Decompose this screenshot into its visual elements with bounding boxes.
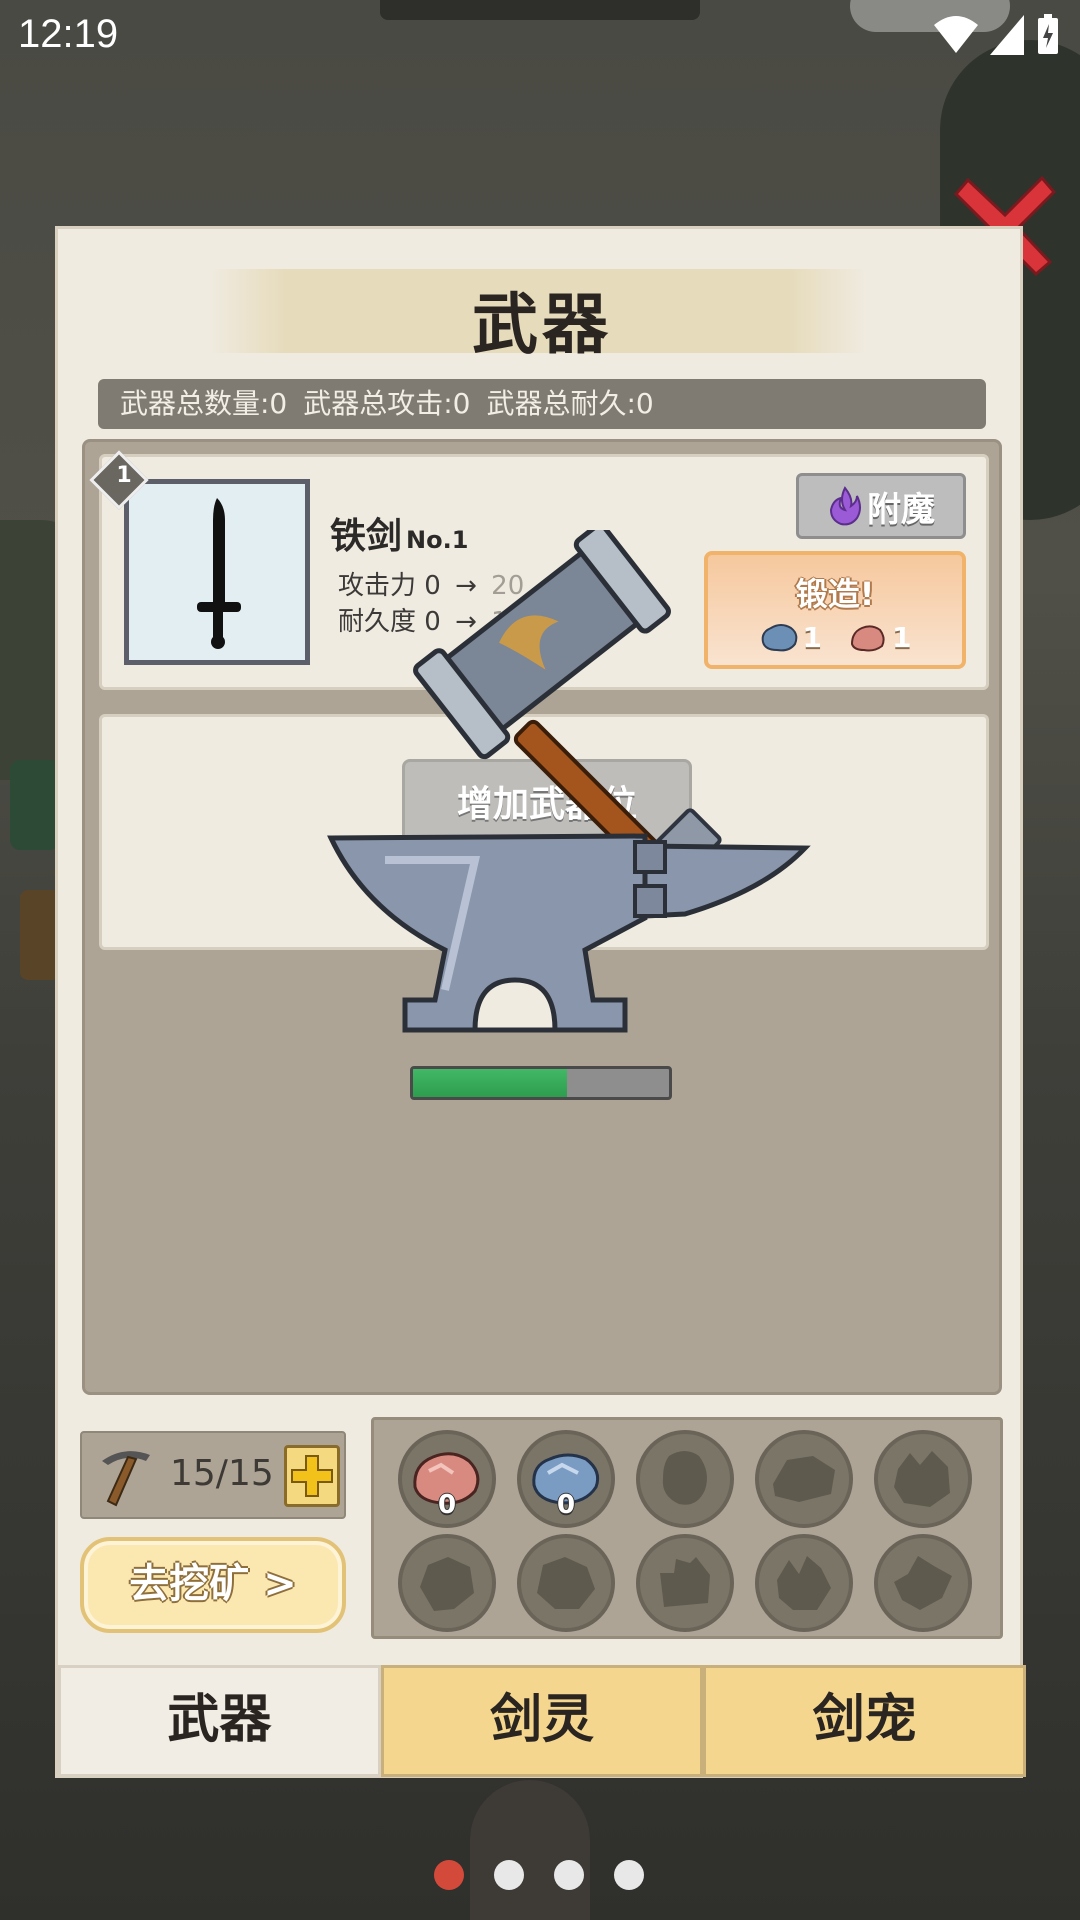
signal-icon: [990, 15, 1024, 55]
page-dot[interactable]: [554, 1860, 584, 1890]
ore-inventory: 0 0: [371, 1417, 1003, 1639]
locked-ore-icon: [420, 1557, 474, 1611]
background-side-button: [10, 760, 60, 850]
slot-number: 1: [116, 463, 132, 488]
ore-slot-locked[interactable]: [636, 1430, 734, 1528]
hammer-icon: [413, 530, 722, 881]
ore-count: 0: [556, 1490, 576, 1520]
locked-ore-icon: [660, 1557, 710, 1607]
page-dot[interactable]: [614, 1860, 644, 1890]
stat-total-durability: 武器总耐久:0: [486, 387, 654, 420]
ore-slot-locked[interactable]: [636, 1534, 734, 1632]
forge-progress-bar: [410, 1066, 672, 1100]
panel-title: 武器: [472, 286, 612, 363]
tab-weapon[interactable]: 武器: [58, 1665, 381, 1777]
status-bar: 12:19: [0, 0, 1080, 72]
tab-sword-spirit[interactable]: 剑灵: [380, 1665, 704, 1777]
go-mining-button[interactable]: 去挖矿 >: [80, 1537, 346, 1633]
background-character: [470, 1780, 590, 1920]
locked-ore-icon: [894, 1556, 952, 1610]
ore-slot-locked[interactable]: [398, 1534, 496, 1632]
flame-icon: [829, 486, 861, 526]
forge-cost-red-count: 1: [892, 621, 912, 654]
pickaxe-icon: [102, 1451, 150, 1507]
ore-slot-locked[interactable]: [755, 1534, 853, 1632]
locked-ore-icon: [773, 1456, 835, 1502]
status-time: 12:19: [18, 12, 119, 56]
wifi-icon: [934, 16, 978, 53]
red-ore-icon: [850, 624, 885, 651]
stat-total-attack: 武器总攻击:0: [303, 387, 471, 420]
locked-ore-icon: [537, 1557, 595, 1609]
ore-count: 0: [437, 1490, 457, 1520]
ore-slot-locked[interactable]: [517, 1534, 615, 1632]
anvil-icon: [327, 833, 811, 1033]
status-icons: [934, 14, 1060, 56]
locked-ore-icon: [662, 1451, 707, 1505]
forge-progress-fill: [413, 1069, 567, 1097]
anvil-hammer-illustration: [327, 530, 811, 1033]
locked-ore-icon: [777, 1556, 831, 1610]
enchant-label: 附魔: [867, 489, 935, 530]
pickaxe-count: 15/15: [170, 1453, 274, 1494]
weapon-image-frame: [124, 479, 310, 665]
add-pickaxe-button[interactable]: [284, 1445, 340, 1507]
page-dot[interactable]: [434, 1860, 464, 1890]
ore-slot-locked[interactable]: [874, 1430, 972, 1528]
sword-icon: [197, 498, 241, 649]
page-dot[interactable]: [494, 1860, 524, 1890]
page-indicator: [434, 1860, 644, 1890]
stat-total-count: 武器总数量:0: [120, 387, 288, 420]
pickaxe-counter: 15/15: [80, 1431, 346, 1519]
plus-icon: [291, 1455, 333, 1497]
forge-cost-red: 1: [848, 621, 911, 654]
ore-slot-red[interactable]: 0: [398, 1430, 496, 1528]
background-side-button: [20, 890, 60, 980]
ore-slot-locked[interactable]: [874, 1534, 972, 1632]
ore-slot-blue[interactable]: 0: [517, 1430, 615, 1528]
tab-sword-pet[interactable]: 剑宠: [703, 1665, 1027, 1777]
battery-icon: [1038, 14, 1058, 54]
tab-bar: 武器 剑灵 剑宠: [58, 1665, 1027, 1781]
ore-slot-locked[interactable]: [755, 1430, 853, 1528]
locked-ore-icon: [894, 1451, 950, 1507]
weapon-stats-bar: 武器总数量:0 武器总攻击:0 武器总耐久:0: [98, 379, 986, 429]
